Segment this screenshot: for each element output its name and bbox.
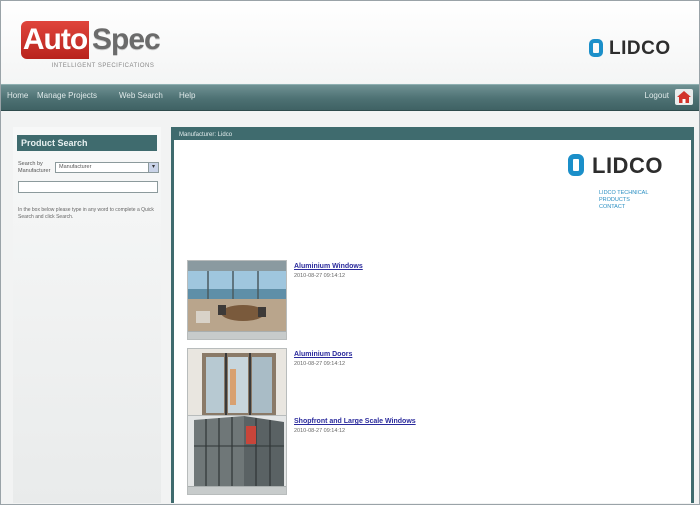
product-item: Aluminium Windows 2010-08-27 09:14:12 xyxy=(187,260,667,346)
lidco-link-products[interactable]: PRODUCTS xyxy=(599,197,694,204)
manufacturer-select[interactable]: Manufacturer ▾ xyxy=(55,162,159,173)
logout-link[interactable]: Logout xyxy=(645,91,669,101)
product-title-link[interactable]: Aluminium Windows xyxy=(294,262,363,271)
nav-home[interactable]: Home xyxy=(7,91,28,101)
search-help-text: In the box below please type in any word… xyxy=(18,207,154,220)
office-photo xyxy=(188,261,286,334)
lidco-links: LIDCO TECHNICAL PRODUCTS CONTACT xyxy=(599,190,694,211)
search-input[interactable] xyxy=(18,181,158,193)
nav-manage-projects[interactable]: Manage Projects xyxy=(37,91,97,101)
nav-help[interactable]: Help xyxy=(179,91,195,101)
lidco-link-technical[interactable]: LIDCO TECHNICAL xyxy=(599,190,694,197)
app-window: Auto Spec INTELLIGENT SPECIFICATIONS LID… xyxy=(0,0,700,505)
chevron-down-icon[interactable]: ▾ xyxy=(148,163,158,172)
product-title-link[interactable]: Aluminium Doors xyxy=(294,350,352,359)
nav-bar: Home Manage Projects Web Search Help Log… xyxy=(1,84,699,111)
nav-web-search[interactable]: Web Search xyxy=(119,91,163,101)
autospec-logo-spec: Spec xyxy=(92,23,161,56)
sidebar-title: Product Search xyxy=(17,135,157,151)
product-date: 2010-08-27 09:14:12 xyxy=(294,273,346,279)
header: Auto Spec INTELLIGENT SPECIFICATIONS LID… xyxy=(1,1,699,83)
sidebar: Product Search Search by Manufacturer Ma… xyxy=(13,127,161,503)
lidco-link-contact[interactable]: CONTACT xyxy=(599,204,694,211)
lidco-logo-main: LIDCO xyxy=(568,152,688,182)
product-title-link[interactable]: Shopfront and Large Scale Windows xyxy=(294,417,416,426)
lidco-mark-icon xyxy=(568,154,584,176)
doors-photo xyxy=(188,349,286,422)
main-panel-title: Manufacturer: Lidco xyxy=(174,130,691,140)
autospec-logo[interactable]: Auto Spec INTELLIGENT SPECIFICATIONS xyxy=(21,21,171,81)
manufacturer-label: Search by Manufacturer xyxy=(18,161,51,174)
thumbnail-strip xyxy=(188,331,286,339)
shopfront-photo xyxy=(188,416,286,489)
home-icon[interactable] xyxy=(675,89,693,105)
product-date: 2010-08-27 09:14:12 xyxy=(294,428,346,434)
thumbnail-strip xyxy=(188,486,286,494)
autospec-logo-auto: Auto xyxy=(21,21,89,59)
product-thumbnail[interactable] xyxy=(187,415,287,495)
product-date: 2010-08-27 09:14:12 xyxy=(294,361,346,367)
autospec-tagline: INTELLIGENT SPECIFICATIONS xyxy=(51,63,155,69)
lidco-logo-header: LIDCO xyxy=(589,37,694,63)
product-thumbnail[interactable] xyxy=(187,260,287,340)
lidco-mark-icon xyxy=(589,39,603,57)
lidco-logo-text: LIDCO xyxy=(609,38,671,59)
product-item: Shopfront and Large Scale Windows 2010-0… xyxy=(187,415,667,501)
lidco-logo-text: LIDCO xyxy=(592,153,663,178)
main-panel: Manufacturer: Lidco LIDCO LIDCO TECHNICA… xyxy=(171,127,694,503)
manufacturer-select-value: Manufacturer xyxy=(59,164,92,170)
